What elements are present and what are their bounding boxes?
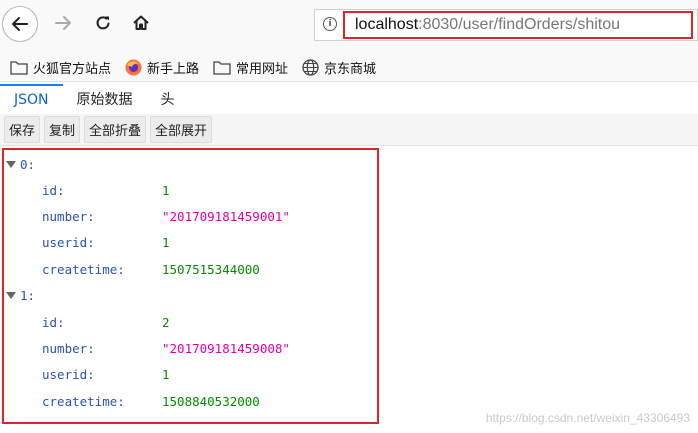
json-row: userid: 1 <box>42 232 170 252</box>
json-value: "201709181459008" <box>162 340 290 356</box>
json-row: createtime: 1507515344000 <box>42 259 260 279</box>
json-tree: 0: id: 1 number: "201709181459001" useri… <box>2 148 379 424</box>
json-object-1[interactable]: 1: <box>6 285 35 305</box>
json-row: createtime: 1508840532000 <box>42 391 260 411</box>
forward-button[interactable] <box>46 6 80 40</box>
collapse-all-button[interactable]: 全部折叠 <box>84 116 147 143</box>
url-host: localhost <box>355 16 419 33</box>
firefox-icon <box>125 59 142 75</box>
json-key: number: <box>42 340 95 356</box>
reload-button[interactable] <box>86 6 120 40</box>
bookmark-label: 京东商城 <box>324 61 377 77</box>
home-button[interactable] <box>124 6 158 40</box>
json-key: createtime: <box>42 261 125 277</box>
expand-all-button[interactable]: 全部展开 <box>150 116 213 143</box>
json-value: 1 <box>162 182 170 198</box>
json-key: number: <box>42 208 95 224</box>
bookmark-label: 火狐官方站点 <box>33 61 112 77</box>
expand-triangle-icon[interactable] <box>6 160 16 168</box>
json-key: id: <box>42 182 65 198</box>
json-object-0[interactable]: 0: <box>6 154 35 174</box>
json-value: 1508840532000 <box>162 393 260 409</box>
json-value: 2 <box>162 314 170 330</box>
arrow-right-icon <box>55 16 71 30</box>
bookmark-label: 新手上路 <box>147 61 200 77</box>
back-button[interactable] <box>2 6 38 42</box>
json-row: id: 1 <box>42 180 170 200</box>
json-key: createtime: <box>42 393 125 409</box>
viewer-actions: 保存 复制 全部折叠 全部展开 <box>0 114 698 146</box>
json-key: 0: <box>20 156 36 172</box>
reload-icon <box>96 16 110 30</box>
save-button[interactable]: 保存 <box>4 116 41 143</box>
json-row: number: "201709181459008" <box>42 338 290 358</box>
bookmarks-bar: 火狐官方站点 新手上路 常用网址 京东商城 <box>0 53 698 82</box>
arrow-left-icon <box>12 17 28 31</box>
copy-button[interactable]: 复制 <box>44 116 81 143</box>
folder-icon <box>213 60 231 75</box>
json-value: "201709181459001" <box>162 208 290 224</box>
site-info-icon[interactable]: i <box>323 17 337 31</box>
json-key: userid: <box>42 366 95 382</box>
tab-headers[interactable]: 头 <box>147 84 189 114</box>
json-row: userid: 1 <box>42 364 170 384</box>
bookmark-jd-mall[interactable]: 京东商城 <box>302 58 376 77</box>
json-key: userid: <box>42 234 95 250</box>
tab-json[interactable]: JSON <box>0 84 63 114</box>
bookmark-common-sites[interactable]: 常用网址 <box>213 58 288 77</box>
url-bar[interactable]: i localhost:8030/user/findOrders/shitou <box>314 9 698 41</box>
folder-icon <box>10 60 28 75</box>
tab-raw-data[interactable]: 原始数据 <box>63 84 147 114</box>
bookmark-getting-started[interactable]: 新手上路 <box>125 58 199 77</box>
json-row: number: "201709181459001" <box>42 206 290 226</box>
json-key: 1: <box>20 287 36 303</box>
globe-icon <box>302 58 319 76</box>
json-value: 1 <box>162 366 170 382</box>
expand-triangle-icon[interactable] <box>6 291 16 299</box>
json-value: 1507515344000 <box>162 261 260 277</box>
bookmark-label: 常用网址 <box>236 61 289 77</box>
home-icon <box>133 15 149 30</box>
watermark: https://blog.csdn.net/weixin_43306493 <box>485 411 690 425</box>
viewer-tabs: JSON 原始数据 头 <box>0 82 698 115</box>
json-value: 1 <box>162 234 170 250</box>
bookmark-firefox-official[interactable]: 火狐官方站点 <box>10 58 111 77</box>
browser-toolbar: i localhost:8030/user/findOrders/shitou <box>0 0 698 54</box>
url-text[interactable]: localhost:8030/user/findOrders/shitou <box>343 11 693 39</box>
url-path: :8030/user/findOrders/shitou <box>418 16 621 33</box>
json-key: id: <box>42 314 65 330</box>
json-row: id: 2 <box>42 312 170 332</box>
